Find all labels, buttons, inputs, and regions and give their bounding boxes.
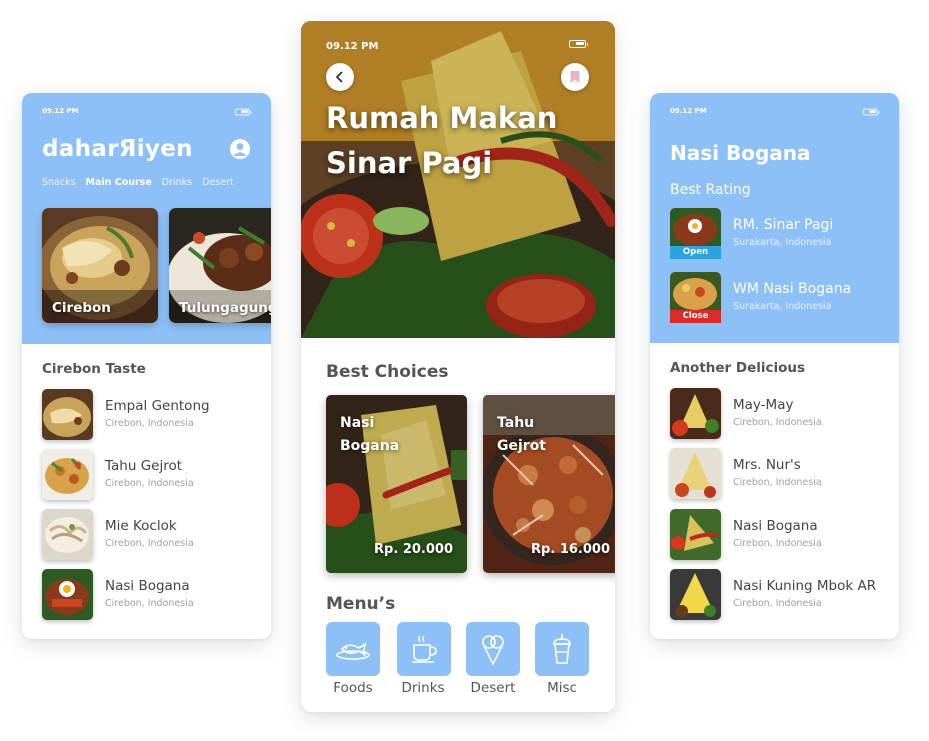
section-title: Cirebon Taste — [42, 361, 146, 377]
tab-drinks[interactable]: Drinks — [162, 177, 192, 188]
menu-foods-button[interactable] — [326, 622, 380, 676]
category-tabs: Snacks Main Course Drinks Desert — [42, 177, 244, 188]
bookmark-icon — [570, 71, 580, 83]
list-item[interactable]: Mie Koclok Cirebon, Indonesia — [42, 509, 262, 561]
profile-icon[interactable] — [230, 139, 250, 159]
item-location: Cirebon, Indonesia — [105, 478, 194, 489]
food-thumbnail — [42, 509, 93, 560]
dish-header: 09.12 PM Nasi Bogana Best Rating Open RM… — [650, 93, 899, 343]
featured-card-label: Tulungagung — [179, 300, 271, 316]
menu-title: Menu’s — [326, 594, 396, 614]
item-location: Cirebon, Indonesia — [733, 598, 822, 609]
coffee-cup-icon — [412, 635, 437, 663]
food-thumbnail — [670, 388, 721, 439]
section-title: Another Delicious — [670, 360, 806, 376]
restaurant-location: Surakarta, Indonesia — [733, 301, 832, 312]
choice-price: Rp. 16.000 — [531, 542, 610, 557]
restaurant-title: Rumah Makan Sinar Pagi — [326, 96, 606, 186]
menu-foods-label: Foods — [333, 680, 373, 696]
food-thumbnail — [670, 569, 721, 620]
tab-main-course[interactable]: Main Course — [86, 177, 152, 188]
food-thumbnail — [670, 509, 721, 560]
list-item[interactable]: Empal Gentong Cirebon, Indonesia — [42, 389, 262, 441]
close-status-badge: Close — [670, 310, 721, 323]
best-rating-title: Best Rating — [670, 182, 751, 198]
item-name: Mrs. Nur's — [733, 457, 801, 473]
choice-price: Rp. 20.000 — [374, 542, 453, 557]
list-item[interactable]: Nasi Bogana Cirebon, Indonesia — [42, 569, 262, 621]
choice-card-tahu-gejrot[interactable]: Tahu Gejrot Rp. 16.000 — [483, 395, 615, 573]
battery-icon — [569, 40, 588, 48]
menu-desert-button[interactable] — [466, 622, 520, 676]
status-time: 09.12 PM — [670, 107, 707, 115]
menu-desert-label: Desert — [470, 680, 516, 696]
tab-snacks[interactable]: Snacks — [42, 177, 76, 188]
food-thumbnail — [670, 448, 721, 499]
item-name: Empal Gentong — [105, 398, 210, 414]
item-location: Cirebon, Indonesia — [105, 538, 194, 549]
featured-card-label: Cirebon — [52, 300, 111, 316]
home-header: 09.12 PM daharЯiyen Snacks Main Course D… — [22, 93, 271, 344]
drink-cup-icon — [553, 634, 571, 664]
rated-restaurant-item[interactable]: Open RM. Sinar Pagi Surakarta, Indonesia — [670, 208, 890, 259]
back-button[interactable] — [326, 63, 354, 91]
menu-drinks-label: Drinks — [401, 680, 445, 696]
item-location: Cirebon, Indonesia — [105, 418, 194, 429]
list-item[interactable]: Mrs. Nur's Cirebon, Indonesia — [670, 448, 895, 500]
item-name: Nasi Bogana — [733, 518, 818, 534]
menu-drinks-button[interactable] — [397, 622, 451, 676]
status-time: 09.12 PM — [42, 107, 79, 115]
item-location: Cirebon, Indonesia — [733, 417, 822, 428]
item-location: Cirebon, Indonesia — [733, 477, 822, 488]
tab-desert[interactable]: Desert — [202, 177, 234, 188]
food-thumbnail — [42, 569, 93, 620]
dish-detail-screen: 09.12 PM Nasi Bogana Best Rating Open RM… — [650, 93, 899, 639]
list-item[interactable]: May-May Cirebon, Indonesia — [670, 388, 895, 440]
item-location: Cirebon, Indonesia — [733, 538, 822, 549]
item-name: May-May — [733, 397, 794, 413]
battery-icon — [235, 108, 252, 116]
list-item[interactable]: Tahu Gejrot Cirebon, Indonesia — [42, 449, 262, 501]
item-name: Tahu Gejrot — [105, 458, 183, 474]
featured-card-cirebon[interactable]: Cirebon — [42, 208, 158, 323]
item-name: Nasi Bogana — [105, 578, 190, 594]
home-screen: 09.12 PM daharЯiyen Snacks Main Course D… — [22, 93, 271, 639]
best-choices-title: Best Choices — [326, 362, 449, 382]
food-thumbnail — [42, 389, 93, 440]
restaurant-title-line1: Rumah Makan — [326, 101, 558, 135]
ice-cream-icon — [482, 635, 504, 666]
list-item[interactable]: Nasi Bogana Cirebon, Indonesia — [670, 509, 895, 561]
restaurant-detail-screen: 09.12 PM Rumah Makan Sinar Pagi Best Cho… — [301, 21, 615, 712]
fish-plate-icon — [336, 642, 370, 660]
restaurant-location: Surakarta, Indonesia — [733, 237, 832, 248]
item-name: Mie Koclok — [105, 518, 177, 534]
list-item[interactable]: Nasi Kuning Mbok AR Cirebon, Indonesia — [670, 569, 895, 621]
dish-title: Nasi Bogana — [670, 141, 811, 165]
restaurant-name: RM. Sinar Pagi — [733, 217, 834, 233]
choice-card-nasi-bogana[interactable]: Nasi Bogana Rp. 20.000 — [326, 395, 467, 573]
open-status-badge: Open — [670, 246, 721, 259]
brand-logo: daharЯiyen — [42, 136, 193, 162]
choice-name: Tahu Gejrot — [497, 415, 546, 454]
restaurant-name: WM Nasi Bogana — [733, 281, 852, 297]
restaurant-title-line2: Sinar Pagi — [326, 146, 493, 180]
item-location: Cirebon, Indonesia — [105, 598, 194, 609]
status-time: 09.12 PM — [326, 41, 379, 52]
menu-misc-button[interactable] — [535, 622, 589, 676]
battery-icon — [863, 108, 880, 116]
food-thumbnail — [42, 449, 93, 500]
chevron-left-icon — [335, 71, 343, 83]
featured-card-tulungagung[interactable]: Tulungagung — [169, 208, 271, 323]
menu-misc-label: Misc — [547, 680, 577, 696]
choice-name: Nasi Bogana — [340, 415, 400, 454]
rated-restaurant-item[interactable]: Close WM Nasi Bogana Surakarta, Indonesi… — [670, 272, 890, 323]
item-name: Nasi Kuning Mbok AR — [733, 578, 877, 594]
bookmark-button[interactable] — [561, 63, 589, 91]
